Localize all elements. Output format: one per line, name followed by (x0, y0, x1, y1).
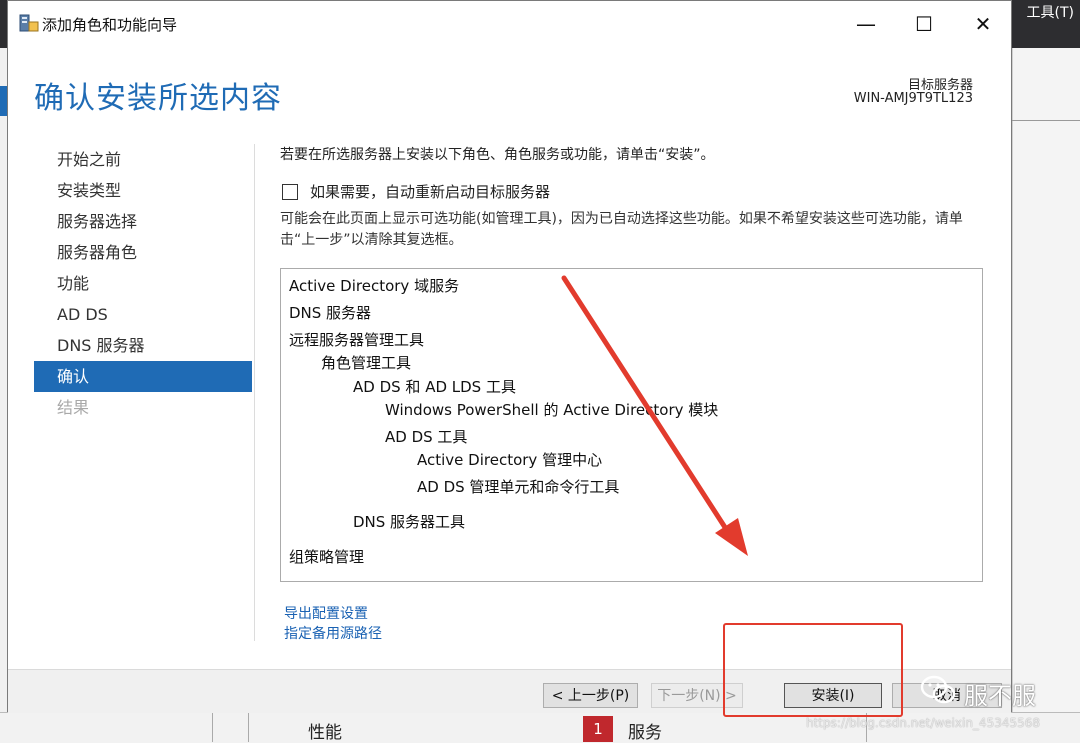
install-highlight-box (723, 623, 903, 717)
watermark-url: https://blog.csdn.net/weixin_45345568 (806, 716, 1041, 730)
red-arrow-annotation (561, 275, 748, 556)
wechat-logo-icon (920, 675, 956, 704)
watermark-name: 服不服 (964, 682, 1036, 710)
